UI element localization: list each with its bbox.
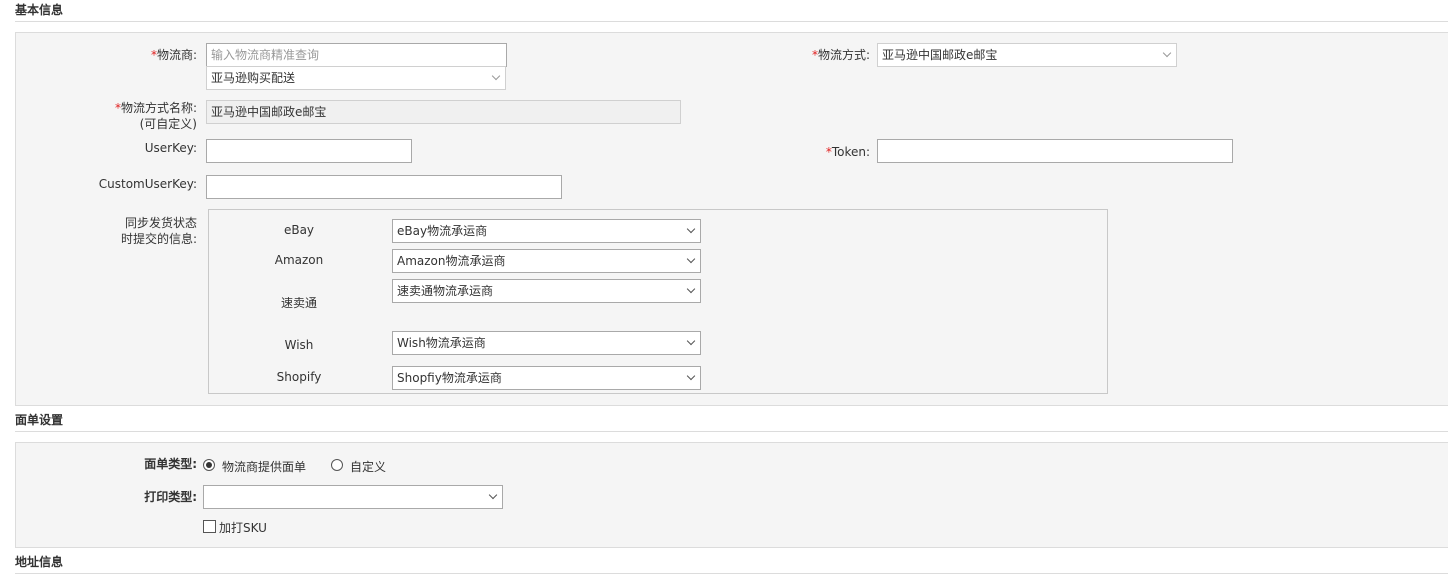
section-title-address: 地址信息 xyxy=(15,555,64,569)
chevron-down-icon xyxy=(686,284,696,294)
carrier-select[interactable]: 亚马逊购买配送 xyxy=(206,66,506,90)
section-title-basic: 基本信息 xyxy=(15,3,64,17)
platform-label-ebay: eBay xyxy=(283,223,315,237)
chevron-down-icon xyxy=(491,71,501,81)
radio-custom-label-text[interactable]: 自定义 xyxy=(350,458,386,475)
userkey-input[interactable] xyxy=(206,139,412,163)
method-select[interactable]: 亚马逊中国邮政e邮宝 xyxy=(877,43,1177,67)
radio-custom-label[interactable] xyxy=(331,459,343,471)
print-type-label: 打印类型: xyxy=(144,490,197,504)
print-type-select[interactable] xyxy=(203,485,503,509)
section-divider xyxy=(15,431,1448,432)
method-label: *物流方式: xyxy=(811,48,870,62)
userkey-label: UserKey: xyxy=(144,141,197,155)
chevron-down-icon xyxy=(488,490,498,500)
chevron-down-icon xyxy=(686,224,696,234)
section-title-label-settings: 面单设置 xyxy=(15,413,64,427)
platform-label-shopify: Shopify xyxy=(276,370,322,384)
chevron-down-icon xyxy=(1162,48,1172,58)
chevron-down-icon xyxy=(686,371,696,381)
custom-userkey-label: CustomUserKey: xyxy=(98,177,197,191)
radio-carrier-label[interactable] xyxy=(203,459,215,471)
platform-label-amazon: Amazon xyxy=(274,253,324,267)
platform-select-shopify[interactable]: Shopfiy物流承运商 xyxy=(392,366,701,390)
method-name-label: *物流方式名称: (可自定义) xyxy=(114,101,197,131)
radio-carrier-label-text[interactable]: 物流商提供面单 xyxy=(222,458,306,475)
label-type-label: 面单类型: xyxy=(144,457,197,471)
method-name-field: 亚马逊中国邮政e邮宝 xyxy=(206,100,681,124)
carrier-label: *物流商: xyxy=(150,48,197,62)
platform-label-aliexpress: 速卖通 xyxy=(280,296,317,310)
section-divider xyxy=(15,21,1448,22)
section-divider xyxy=(15,573,1448,574)
platform-select-amazon[interactable]: Amazon物流承运商 xyxy=(392,249,701,273)
carrier-search-input[interactable]: 输入物流商精准查询 xyxy=(206,43,507,67)
chevron-down-icon xyxy=(686,254,696,264)
add-sku-label[interactable]: 加打SKU xyxy=(219,519,267,536)
token-label: *Token: xyxy=(825,145,870,159)
platform-select-wish[interactable]: Wish物流承运商 xyxy=(392,331,701,355)
platform-label-wish: Wish xyxy=(284,338,314,352)
platform-select-aliexpress[interactable]: 速卖通物流承运商 xyxy=(392,279,701,303)
custom-userkey-input[interactable] xyxy=(206,175,562,199)
sync-info-label: 同步发货状态 时提交的信息: xyxy=(120,216,197,246)
token-input[interactable] xyxy=(877,139,1233,163)
add-sku-checkbox[interactable] xyxy=(203,520,216,533)
platform-select-ebay[interactable]: eBay物流承运商 xyxy=(392,219,701,243)
chevron-down-icon xyxy=(686,336,696,346)
